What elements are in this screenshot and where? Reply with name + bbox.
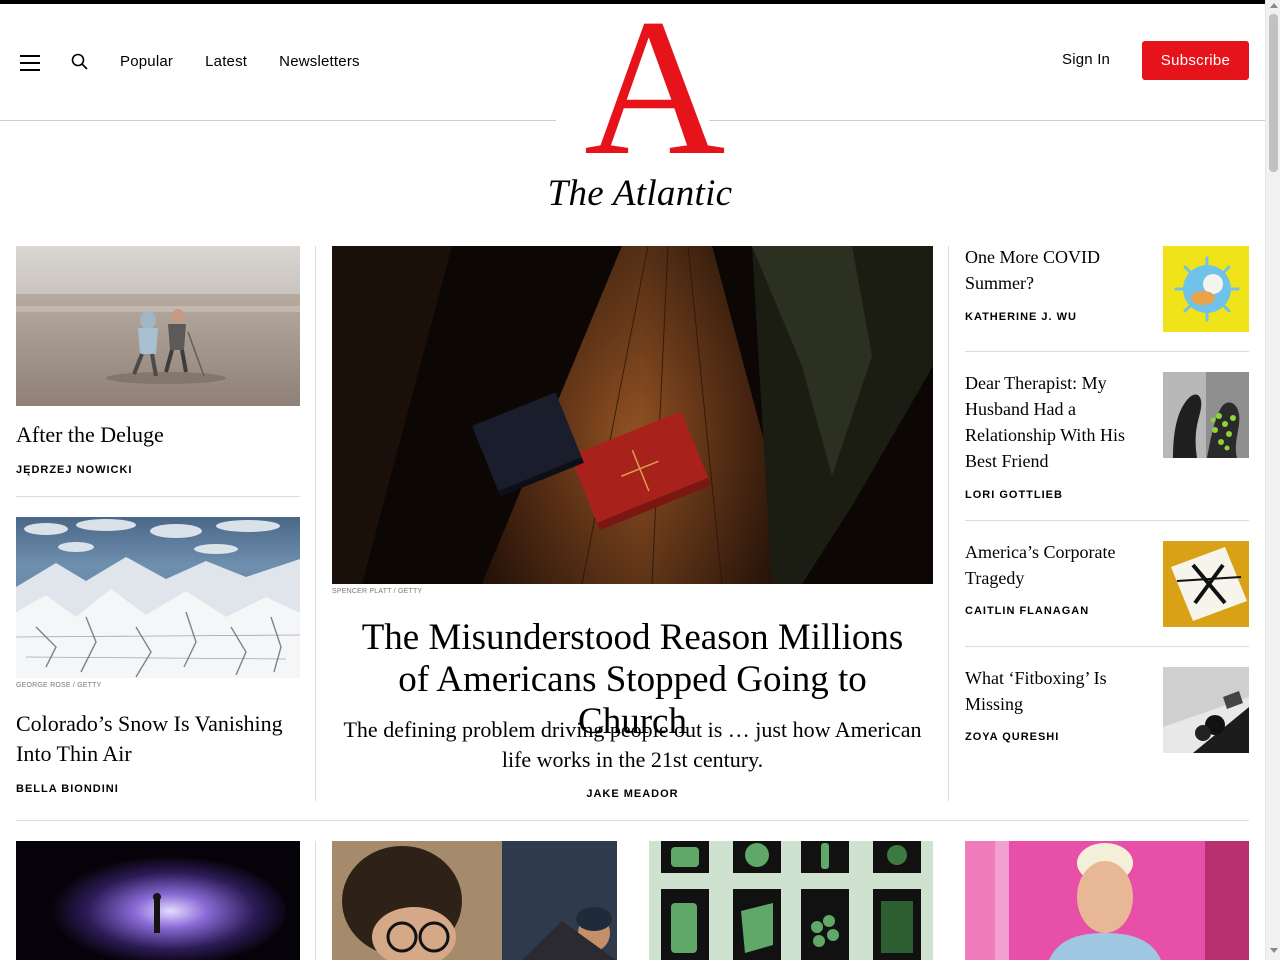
section-divider (16, 820, 1249, 821)
right-story-byline[interactable]: CAITLIN FLANAGAN (965, 605, 1089, 617)
column-divider (315, 841, 316, 960)
story-thumbnail-fitboxing[interactable] (1163, 667, 1249, 753)
right-story-title: What ‘Fitboxing’ Is Missing (965, 668, 1107, 714)
right-story-byline[interactable]: LORI GOTTLIEB (965, 489, 1063, 501)
logo-wordmark: The Atlantic (547, 173, 733, 214)
story-image-bottom-1[interactable] (16, 841, 300, 960)
main-story-byline[interactable]: JAKE MEADOR (332, 788, 933, 800)
story-byline[interactable]: BELLA BIONDINI (16, 783, 119, 795)
scroll-down-arrow-icon[interactable] (1270, 948, 1278, 953)
story-image-deluge[interactable] (16, 246, 300, 406)
photo-credit: SPENCER PLATT / GETTY (332, 588, 423, 595)
story-thumbnail-corporate-tragedy[interactable] (1163, 541, 1249, 627)
divider (965, 351, 1249, 352)
hamburger-icon[interactable] (20, 55, 40, 71)
header-divider-left (0, 120, 556, 121)
story-image-colorado-snow[interactable] (16, 517, 300, 678)
story-image-bottom-2[interactable] (332, 841, 617, 960)
right-story-title: One More COVID Summer? (965, 247, 1100, 293)
column-divider (315, 246, 316, 801)
primary-nav: Popular Latest Newsletters (120, 53, 360, 70)
story-image-bottom-4[interactable] (965, 841, 1249, 960)
right-story-title: Dear Therapist: My Husband Had a Relatio… (965, 373, 1125, 471)
search-icon[interactable] (70, 52, 90, 72)
column-divider (948, 246, 949, 801)
right-story-byline[interactable]: ZOYA QURESHI (965, 731, 1059, 743)
story-thumbnail-covid[interactable] (1163, 246, 1249, 332)
scroll-up-arrow-icon[interactable] (1270, 3, 1278, 8)
subscribe-button[interactable]: Subscribe (1142, 41, 1249, 80)
right-story-title: America’s Corporate Tragedy (965, 542, 1116, 588)
right-story-byline[interactable]: KATHERINE J. WU (965, 311, 1077, 323)
page-scrollbar[interactable] (1265, 0, 1280, 960)
divider (965, 646, 1249, 647)
story-image-bottom-3[interactable] (649, 841, 933, 960)
nav-latest[interactable]: Latest (205, 53, 247, 70)
photo-credit: GEORGE ROSE / GETTY (16, 682, 102, 689)
header-divider-right (709, 120, 1265, 121)
divider (16, 496, 300, 497)
main-story-image[interactable] (332, 246, 933, 584)
scrollbar-thumb[interactable] (1269, 14, 1278, 172)
main-story-dek: The defining problem driving people out … (343, 717, 922, 772)
story-title: Colorado’s Snow Is Vanishing Into Thin A… (16, 711, 283, 766)
story-byline[interactable]: JĘDRZEJ NOWICKI (16, 464, 132, 476)
sign-in-link[interactable]: Sign In (1062, 51, 1110, 68)
logo-a: A (584, 0, 726, 196)
divider (965, 520, 1249, 521)
nav-popular[interactable]: Popular (120, 53, 173, 70)
story-title: After the Deluge (16, 422, 164, 447)
nav-newsletters[interactable]: Newsletters (279, 53, 360, 70)
story-thumbnail-dear-therapist[interactable] (1163, 372, 1249, 458)
